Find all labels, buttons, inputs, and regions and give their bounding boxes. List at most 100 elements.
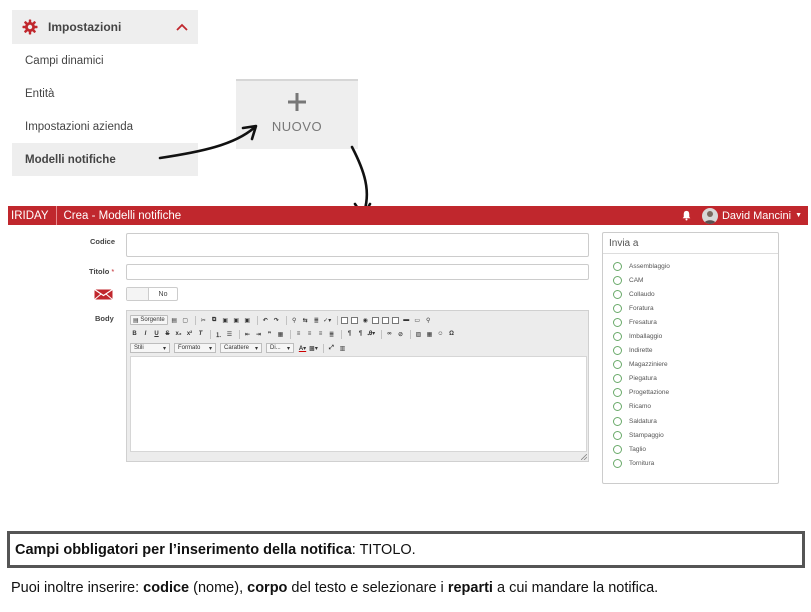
department-item[interactable]: Foratura <box>603 301 778 315</box>
menu-item[interactable]: Campi dinamici <box>12 44 198 77</box>
justify-icon[interactable]: ≣ <box>327 329 336 339</box>
maximize-icon[interactable]: ⤢ <box>327 343 336 353</box>
new-page-icon[interactable]: ▢ <box>181 315 190 325</box>
bullet-list-icon[interactable]: ☰ <box>225 329 234 339</box>
outdent-icon[interactable]: ⇤ <box>243 329 252 339</box>
bell-icon[interactable] <box>681 210 692 221</box>
paste-text-icon[interactable]: ▣ <box>232 315 241 325</box>
radio-button[interactable] <box>613 374 622 384</box>
copy-icon[interactable]: ⧉ <box>210 315 219 325</box>
menu-item[interactable]: Entità <box>12 77 198 110</box>
radio-button[interactable] <box>613 275 622 285</box>
find-icon[interactable]: ⚲ <box>290 315 299 325</box>
department-item[interactable]: Assemblaggio <box>603 259 778 273</box>
chevron-up-icon[interactable] <box>176 23 188 31</box>
unlink-icon[interactable]: ⊘ <box>396 329 405 339</box>
department-item[interactable]: Progettazione <box>603 386 778 400</box>
department-item[interactable]: Tornitura <box>603 456 778 470</box>
strike-icon[interactable]: S <box>163 329 172 339</box>
new-button[interactable]: NUOVO <box>236 79 358 149</box>
radio-button[interactable] <box>613 261 622 271</box>
superscript-icon[interactable]: x² <box>185 329 194 339</box>
radio-button[interactable] <box>613 402 622 412</box>
department-item[interactable]: Piegatura <box>603 372 778 386</box>
show-blocks-icon[interactable]: ▥ <box>338 343 347 353</box>
titolo-input[interactable] <box>126 264 589 280</box>
radio-button[interactable] <box>613 360 622 370</box>
font-select[interactable]: Carattere ▾ <box>220 343 262 353</box>
bold-icon[interactable]: B <box>130 329 139 339</box>
underline-icon[interactable]: U <box>152 329 161 339</box>
form-icon[interactable] <box>340 316 348 324</box>
image-icon[interactable]: ▨ <box>414 329 423 339</box>
save-icon[interactable]: ▤ <box>170 315 179 325</box>
department-item[interactable]: Collaudo <box>603 287 778 301</box>
checkbox-icon[interactable] <box>350 316 358 324</box>
format-select[interactable]: Formato ▾ <box>174 343 216 353</box>
editor-content-area[interactable] <box>130 356 587 452</box>
bg-color-icon[interactable]: ▩▾ <box>309 343 318 353</box>
align-left-icon[interactable]: ≡ <box>294 329 303 339</box>
hidden-field-icon[interactable]: ⚲ <box>424 315 433 325</box>
menu-item[interactable]: Modelli notifiche <box>12 143 198 176</box>
styles-select[interactable]: Stili ▾ <box>130 343 170 353</box>
email-toggle[interactable]: No <box>126 287 178 301</box>
source-button[interactable]: ▤ Sorgente <box>130 315 168 325</box>
language-icon[interactable]: Ꭿ▾ <box>367 329 376 339</box>
link-icon[interactable]: ∞ <box>385 329 394 339</box>
department-item[interactable]: Fresatura <box>603 315 778 329</box>
radio-button[interactable] <box>613 317 622 327</box>
paste-icon[interactable]: ▣ <box>221 315 230 325</box>
radio-button[interactable] <box>613 416 622 426</box>
department-item[interactable]: Saldatura <box>603 414 778 428</box>
select-all-icon[interactable]: ≣ <box>312 315 321 325</box>
department-item[interactable]: CAM <box>603 273 778 287</box>
ltr-icon[interactable]: ¶ <box>345 329 354 339</box>
resize-handle-icon[interactable] <box>581 454 587 460</box>
radio-button[interactable] <box>613 289 622 299</box>
paste-word-icon[interactable]: ▣ <box>243 315 252 325</box>
indent-icon[interactable]: ⇥ <box>254 329 263 339</box>
undo-icon[interactable]: ↶ <box>261 315 270 325</box>
user-name[interactable]: David Mancini <box>722 210 791 222</box>
menu-item[interactable]: Impostazioni azienda <box>12 110 198 143</box>
clear-format-icon[interactable]: T <box>196 329 205 339</box>
avatar[interactable] <box>701 207 718 224</box>
select-icon[interactable] <box>391 316 399 324</box>
smiley-icon[interactable]: ☺ <box>436 329 445 339</box>
department-item[interactable]: Stampaggio <box>603 428 778 442</box>
cut-icon[interactable]: ✂ <box>199 315 208 325</box>
replace-icon[interactable]: ⇆ <box>301 315 310 325</box>
image-button-icon[interactable]: ▭ <box>413 315 422 325</box>
rtl-icon[interactable]: ¶ <box>356 329 365 339</box>
table-icon[interactable]: ▦ <box>425 329 434 339</box>
department-item[interactable]: Taglio <box>603 442 778 456</box>
department-item[interactable]: Ricamo <box>603 400 778 414</box>
app-logo[interactable]: IRIDAY <box>8 206 57 225</box>
special-char-icon[interactable]: Ω <box>447 329 456 339</box>
radio-button[interactable] <box>613 458 622 468</box>
text-color-icon[interactable]: A▾ <box>298 343 307 353</box>
size-select[interactable]: Di... ▾ <box>266 343 294 353</box>
radio-button[interactable] <box>613 303 622 313</box>
radio-button[interactable] <box>613 388 622 398</box>
department-item[interactable]: Imballaggio <box>603 329 778 343</box>
radio-button[interactable] <box>613 346 622 356</box>
blockquote-icon[interactable]: ❞ <box>265 329 274 339</box>
textfield-icon[interactable] <box>371 316 379 324</box>
radio-button[interactable] <box>613 444 622 454</box>
subscript-icon[interactable]: x₂ <box>174 329 183 339</box>
redo-icon[interactable]: ↷ <box>272 315 281 325</box>
caret-down-icon[interactable]: ▼ <box>795 212 802 219</box>
codice-input[interactable] <box>126 233 589 257</box>
textarea-icon[interactable] <box>381 316 389 324</box>
department-item[interactable]: Magazziniere <box>603 358 778 372</box>
radio-button[interactable] <box>613 332 622 342</box>
radio-button[interactable] <box>613 430 622 440</box>
spellcheck-icon[interactable]: ✓▾ <box>323 315 332 325</box>
numbered-list-icon[interactable]: ⒈ <box>214 329 223 339</box>
italic-icon[interactable]: I <box>141 329 150 339</box>
button-icon[interactable]: ▬ <box>402 315 411 325</box>
department-item[interactable]: Indirette <box>603 344 778 358</box>
settings-menu-header[interactable]: Impostazioni <box>12 10 198 44</box>
